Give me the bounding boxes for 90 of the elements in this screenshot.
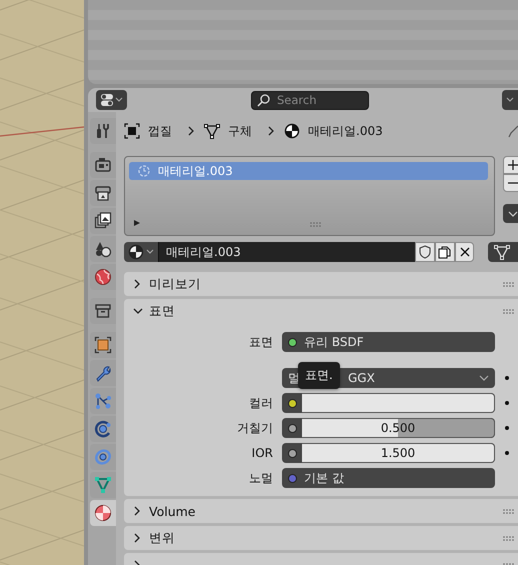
ior-field[interactable]: 1.500	[282, 443, 495, 463]
slot-name: 매테리얼.003	[158, 162, 233, 180]
caret-icon	[146, 249, 154, 255]
caret-icon	[115, 97, 123, 103]
grip-icon	[503, 508, 514, 514]
sphere-icon	[94, 504, 112, 522]
copy-icon	[438, 246, 452, 258]
caret-icon	[479, 373, 489, 383]
fake-user-button[interactable]	[415, 242, 435, 262]
images-icon	[94, 212, 112, 230]
plus-icon	[508, 160, 518, 170]
mesh-data-button[interactable]	[488, 242, 518, 262]
panel-header[interactable]: Volume	[124, 499, 518, 523]
close-icon	[460, 247, 470, 257]
search-field[interactable]: Search	[251, 90, 369, 110]
property-label: 노멀	[248, 470, 273, 486]
browse-material-button[interactable]	[124, 242, 158, 262]
search-icon	[257, 94, 270, 106]
object-icon	[124, 123, 140, 139]
value-text: 0.500	[380, 421, 416, 435]
caret-icon	[508, 210, 518, 216]
shader-field[interactable]: 유리 BSDF	[282, 332, 495, 352]
material-name-field[interactable]: 매테리얼.003	[158, 242, 416, 262]
dropdown-text-start: 멀	[288, 370, 300, 386]
properties-tab[interactable]	[90, 332, 116, 358]
breadcrumb-item: 매테리얼.003	[308, 122, 383, 140]
clock-icon	[138, 165, 150, 177]
shapes-icon	[94, 240, 112, 258]
properties-tab[interactable]	[90, 236, 116, 262]
expand-triangle-icon	[133, 219, 141, 227]
chevron-right-icon	[186, 125, 196, 137]
grip-icon	[503, 534, 514, 542]
grip-icon	[503, 280, 514, 288]
mesh-icon	[204, 123, 220, 139]
printer-icon	[94, 184, 112, 202]
toggle-icon	[100, 93, 114, 107]
panel-header[interactable]: 변위	[124, 526, 518, 550]
editor-type-button[interactable]	[96, 90, 127, 110]
duplicate-button[interactable]	[435, 242, 455, 262]
chevron-right-icon	[266, 125, 276, 137]
properties-tab[interactable]	[90, 180, 116, 206]
nodes-icon	[94, 392, 112, 410]
remove-slot-button[interactable]	[503, 174, 518, 192]
shader-field[interactable]: 기본 값	[282, 468, 495, 488]
properties-tab[interactable]	[90, 500, 116, 526]
wrench-icon	[94, 364, 112, 382]
roughness-slider[interactable]: 0.500	[282, 418, 495, 438]
slot-menu-button[interactable]	[503, 204, 518, 223]
square-icon	[94, 336, 112, 354]
grip-icon	[503, 308, 514, 314]
breadcrumb-item: 구체	[228, 122, 252, 140]
box-icon	[94, 302, 112, 320]
triangle-mesh-icon	[94, 476, 112, 494]
panel-title: Volume	[149, 504, 196, 518]
screwdriver-wrench-icon	[94, 122, 112, 140]
properties-tab[interactable]	[90, 264, 116, 290]
property-label: 컬러	[248, 394, 273, 412]
grip-icon	[310, 221, 321, 228]
value-text: 1.500	[380, 446, 416, 460]
add-slot-button[interactable]	[503, 156, 518, 174]
keyframe-dot[interactable]	[505, 401, 509, 405]
caret-icon	[506, 97, 514, 103]
shield-icon	[419, 245, 432, 259]
property-label: 거칠기	[236, 420, 273, 436]
shader-name: 기본 값	[304, 470, 344, 486]
property-label: IOR	[250, 446, 273, 460]
keyframe-dot[interactable]	[505, 376, 509, 380]
shader-name: 유리 BSDF	[304, 334, 364, 350]
options-dropdown[interactable]	[502, 90, 518, 110]
breadcrumb-item: 껍질	[148, 122, 172, 140]
globe-icon	[94, 268, 112, 286]
dropdown-text-end: GGX	[348, 371, 375, 385]
camera-icon	[94, 156, 112, 174]
orbit-icon	[94, 420, 112, 438]
color-field[interactable]	[282, 393, 495, 413]
unlink-button[interactable]	[454, 242, 474, 262]
properties-tab[interactable]	[90, 208, 116, 234]
tooltip: 표면.	[298, 362, 340, 389]
panel-title: 표면	[149, 302, 175, 320]
panel-title: 변위	[149, 530, 175, 546]
keyframe-dot[interactable]	[505, 426, 509, 430]
material-icon	[128, 244, 144, 260]
property-label: 표면	[248, 334, 273, 350]
panel-header[interactable]: 표면	[124, 299, 518, 323]
mesh-icon	[494, 244, 510, 260]
material-icon	[284, 123, 300, 139]
ring-icon	[94, 448, 112, 466]
panel-header[interactable]: 미리보기	[124, 272, 518, 296]
keyframe-dot[interactable]	[505, 451, 509, 455]
panel-title: 미리보기	[149, 276, 201, 292]
